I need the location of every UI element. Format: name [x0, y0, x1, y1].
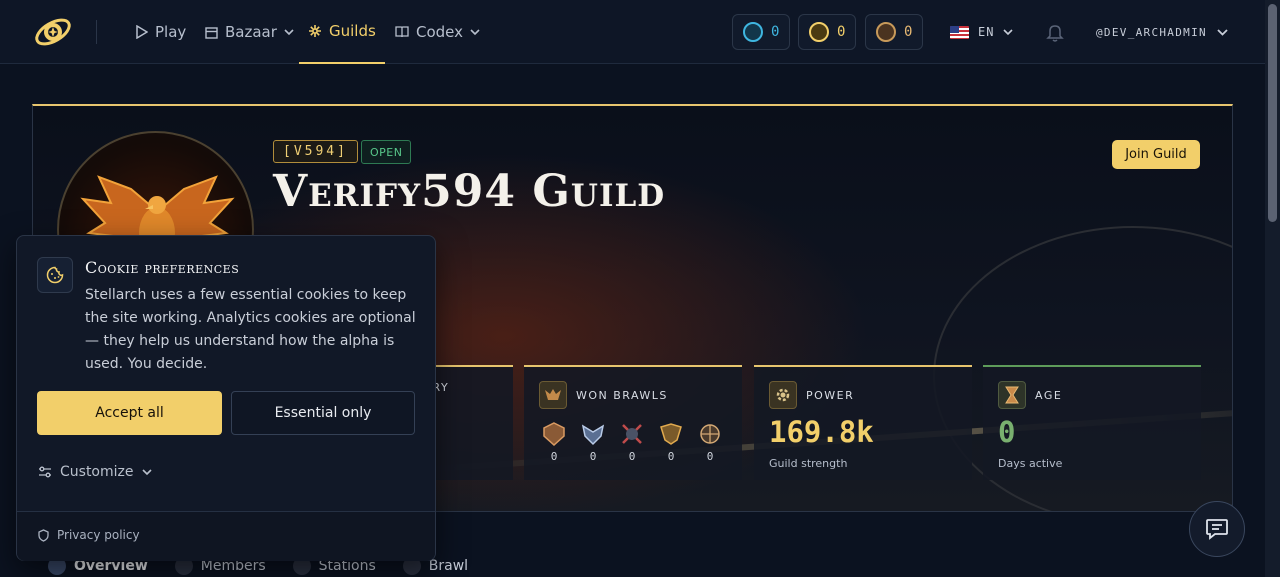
username: @DEV_ARCHADMIN: [1096, 25, 1207, 39]
scrollbar-thumb[interactable]: [1268, 4, 1277, 222]
nav-bazaar-label: Bazaar: [225, 23, 277, 41]
guild-tag: [V594]: [273, 140, 358, 163]
currency-gold-value: 0: [837, 24, 846, 40]
nav-play[interactable]: Play: [135, 0, 186, 64]
brawl-rank-compass: 0: [696, 422, 724, 463]
tab-brawl-label: Brawl: [428, 558, 469, 574]
currency-crystal[interactable]: 0: [732, 14, 791, 50]
guild-name: Verify594 Guild: [273, 166, 666, 217]
chat-support-button[interactable]: [1189, 501, 1245, 557]
join-guild-button[interactable]: Join Guild: [1112, 140, 1200, 169]
cookie-footer: Privacy policy: [17, 511, 435, 561]
stat-power-value: 169.8k: [769, 415, 874, 449]
book-icon: [395, 26, 409, 38]
cookie-description: Stellarch uses a few essential cookies t…: [85, 287, 416, 372]
store-icon: [205, 26, 218, 39]
cookie-title: Cookie preferences: [85, 258, 240, 277]
us-flag-icon: [950, 25, 969, 39]
chevron-down-icon: [1003, 28, 1014, 35]
crossed-swords-icon: [622, 424, 642, 444]
stat-power-sub: Guild strength: [769, 457, 848, 470]
guilds-icon: [309, 25, 321, 37]
nav-codex[interactable]: Codex: [395, 0, 480, 64]
accept-all-button[interactable]: Accept all: [37, 391, 222, 435]
brawl-count-crossed: 0: [628, 450, 636, 463]
stat-power: POWER 169.8k Guild strength: [754, 365, 972, 480]
user-menu[interactable]: @DEV_ARCHADMIN: [1096, 0, 1228, 64]
brawl-count-bronze: 0: [550, 450, 558, 463]
top-navigation: Play Bazaar Guilds Codex 0 0 0 EN @DEV_A…: [0, 0, 1265, 64]
stat-won-brawls-label: WON BRAWLS: [576, 388, 668, 402]
shield-icon: [38, 528, 49, 542]
customize-toggle[interactable]: Customize: [38, 464, 152, 480]
privacy-policy-label: Privacy policy: [57, 528, 140, 542]
page-scrollbar[interactable]: [1265, 0, 1280, 577]
chevron-down-icon: [284, 28, 294, 35]
power-gear-icon: [769, 381, 797, 409]
stat-power-label: POWER: [806, 388, 855, 402]
bell-icon[interactable]: [1046, 22, 1064, 42]
chevron-down-icon: [470, 28, 480, 35]
brawl-count-compass: 0: [706, 450, 714, 463]
stat-age: AGE 0 Days active: [983, 365, 1201, 480]
chevron-down-icon: [1217, 28, 1228, 36]
chat-icon: [1206, 519, 1228, 540]
currency-bronze-value: 0: [904, 24, 913, 40]
stat-age-sub: Days active: [998, 457, 1063, 470]
brawl-rank-bronze: 0: [540, 422, 568, 463]
currency-bronze[interactable]: 0: [865, 14, 924, 50]
nav-guilds-label: Guilds: [329, 22, 376, 40]
gold-coin-icon: [809, 22, 829, 42]
nav-guilds[interactable]: Guilds: [299, 0, 385, 64]
crystal-icon: [743, 22, 763, 42]
chevron-down-icon: [141, 468, 152, 475]
bronze-rank-icon: [543, 422, 565, 446]
nav-codex-label: Codex: [416, 23, 464, 41]
compass-rank-icon: [700, 424, 720, 444]
gold-rank-icon: [660, 423, 682, 445]
nav-bazaar[interactable]: Bazaar: [205, 0, 294, 64]
brawl-rank-crossed: 0: [618, 422, 646, 463]
brawl-rank-gold: 0: [657, 422, 685, 463]
cookie-icon: [37, 257, 73, 293]
currency-crystal-value: 0: [771, 24, 780, 40]
currency-gold[interactable]: 0: [798, 14, 857, 50]
guild-status-badge: OPEN: [361, 140, 412, 164]
brawl-rank-silver: 0: [579, 422, 607, 463]
stellarch-logo[interactable]: [32, 12, 74, 52]
stat-age-label: AGE: [1035, 388, 1063, 402]
cookie-preferences-dialog: Cookie preferences Stellarch uses a few …: [16, 235, 436, 561]
language-selector[interactable]: EN: [950, 0, 1014, 64]
language-label: EN: [978, 25, 995, 39]
brawl-trophy-icon: [539, 381, 567, 409]
sliders-icon: [39, 466, 51, 478]
stat-won-brawls: WON BRAWLS 0 0 0 0 0: [524, 365, 742, 480]
brawl-count-silver: 0: [589, 450, 597, 463]
nav-play-label: Play: [155, 23, 187, 41]
essential-only-button[interactable]: Essential only: [231, 391, 415, 435]
privacy-policy-link[interactable]: Privacy policy: [38, 528, 140, 542]
stat-age-value: 0: [998, 415, 1016, 449]
bronze-coin-icon: [876, 22, 896, 42]
silver-rank-icon: [581, 424, 605, 446]
customize-label: Customize: [60, 464, 134, 480]
play-icon: [136, 25, 148, 39]
hourglass-icon: [998, 381, 1026, 409]
nav-divider: [96, 20, 97, 44]
brawl-count-gold: 0: [667, 450, 675, 463]
